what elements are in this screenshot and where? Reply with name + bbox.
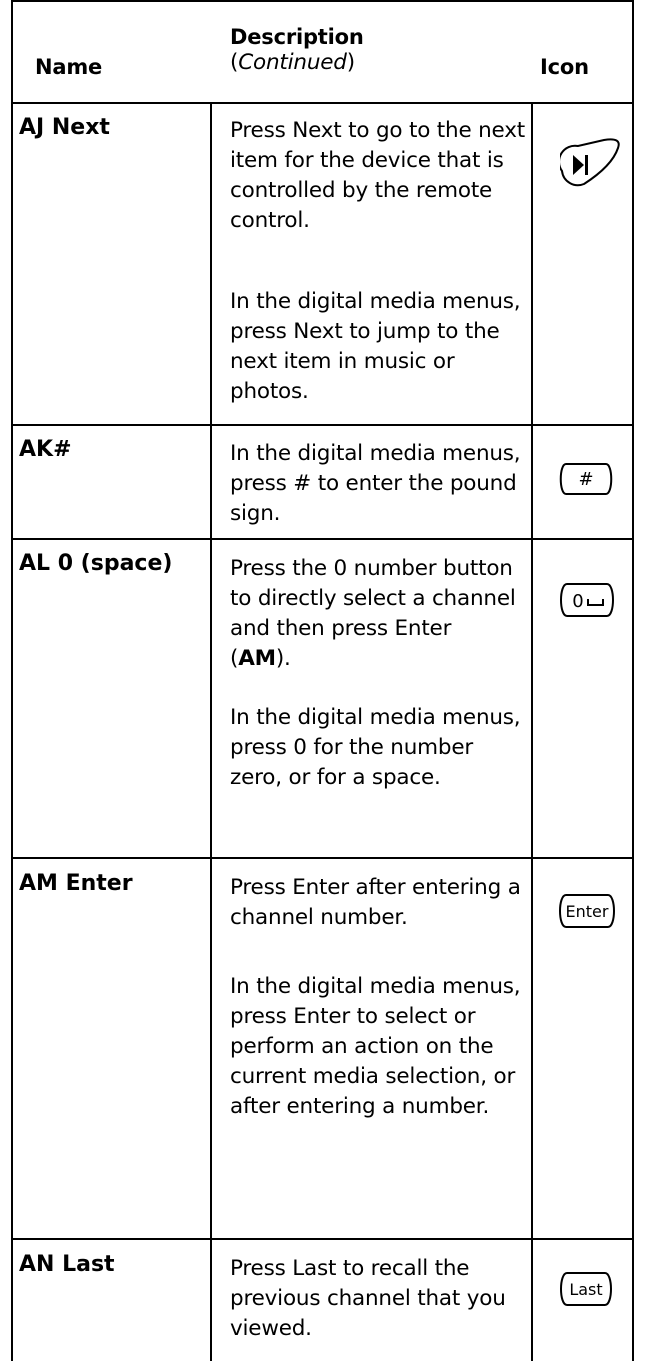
table-border-top <box>11 0 634 2</box>
header-continued: (Continued) <box>230 50 355 75</box>
row-description-next-1: Press Next to go to the next item for th… <box>230 118 525 233</box>
row-description-enter-2: In the digital media menus, press Enter … <box>230 974 521 1119</box>
row-name-last: AN Last <box>19 1252 115 1277</box>
header-icon: Icon <box>540 55 589 79</box>
column-divider-2 <box>531 103 533 1361</box>
row-description-zero-space-1: Press the 0 number button to directly se… <box>230 556 516 671</box>
row-rule-1 <box>11 424 634 426</box>
svg-text:Last: Last <box>569 1280 602 1299</box>
column-divider-1 <box>210 103 212 1361</box>
last-button-icon: Last <box>560 1272 612 1306</box>
row-description-next-2: In the digital media menus, press Next t… <box>230 289 521 404</box>
enter-button-icon: Enter <box>559 894 615 928</box>
row-rule-4 <box>11 1238 634 1240</box>
next-track-icon <box>560 138 620 187</box>
header-rule <box>11 102 634 104</box>
table-border-right <box>632 0 634 1361</box>
row-rule-2 <box>11 538 634 540</box>
row-name-pound: AK# <box>19 437 72 462</box>
row-name-enter: AM Enter <box>19 871 133 896</box>
row-description-enter-1: Press Enter after entering a channel num… <box>230 875 521 930</box>
row-description-zero-space-2: In the digital media menus, press 0 for … <box>230 705 521 790</box>
row-description-pound-1: In the digital media menus, press # to e… <box>230 441 521 526</box>
header-name: Name <box>35 55 103 79</box>
table-border-left <box>11 0 13 1361</box>
svg-text:#: # <box>578 469 593 490</box>
row-name-next: AJ Next <box>19 115 110 140</box>
zero-space-button-icon: 0 <box>560 583 614 617</box>
svg-text:Enter: Enter <box>566 902 609 921</box>
row-name-zero-space: AL 0 (space) <box>19 551 173 576</box>
pound-button-icon: # <box>559 463 613 495</box>
svg-text:0: 0 <box>572 591 583 612</box>
row-rule-3 <box>11 857 634 859</box>
row-description-last-1: Press Last to recall the previous channe… <box>230 1256 506 1341</box>
